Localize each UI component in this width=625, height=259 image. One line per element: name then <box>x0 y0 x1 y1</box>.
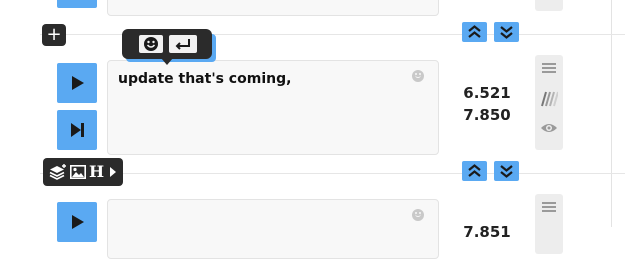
insert-newline-button[interactable] <box>169 35 197 53</box>
smiley-icon <box>144 37 158 51</box>
smiley-icon[interactable] <box>412 209 424 221</box>
heading-icon[interactable]: H <box>89 162 104 182</box>
slashes-icon[interactable] <box>540 91 558 107</box>
format-toolbar: H <box>43 158 123 186</box>
cue-0-box[interactable] <box>107 0 439 16</box>
chevrons-down-icon <box>500 165 513 178</box>
plus-icon: + <box>46 24 62 45</box>
emoji-button[interactable] <box>139 35 163 53</box>
move-up-button[interactable] <box>462 22 487 42</box>
play-icon <box>72 215 84 229</box>
smiley-icon[interactable] <box>412 70 424 82</box>
cue-2-play-button[interactable] <box>57 202 97 242</box>
cue-1-side-panel <box>535 55 563 150</box>
chevrons-down-icon <box>500 26 513 39</box>
cue-actions-popup <box>122 29 212 65</box>
skip-to-next-icon <box>71 123 84 137</box>
cue-0-play-button[interactable] <box>57 0 97 8</box>
chevrons-up-icon <box>468 25 481 38</box>
move-up-button[interactable] <box>462 161 487 181</box>
row-divider-2 <box>40 173 625 174</box>
cue-1-play-button[interactable] <box>57 63 97 103</box>
enter-icon <box>175 39 190 50</box>
popup-pointer <box>161 58 173 65</box>
cue-2-box[interactable] <box>107 199 439 259</box>
move-down-button[interactable] <box>494 22 519 42</box>
layers-icon[interactable] <box>49 164 67 180</box>
play-icon <box>72 76 84 90</box>
cue-1-play-next-button[interactable] <box>57 110 97 150</box>
eye-icon[interactable] <box>540 121 558 135</box>
cue-1-end-time[interactable]: 7.850 <box>452 104 522 126</box>
chevrons-up-icon <box>468 164 481 177</box>
cue-1-start-time[interactable]: 6.521 <box>452 82 522 104</box>
menu-icon[interactable] <box>542 61 556 75</box>
caret-right-icon[interactable] <box>109 167 117 177</box>
cue-1-text: update that's coming, <box>118 71 292 87</box>
image-icon[interactable] <box>70 165 86 179</box>
menu-icon[interactable] <box>542 200 556 214</box>
cue-1-box[interactable]: update that's coming, <box>107 60 439 155</box>
cue-0-side-panel <box>535 0 563 11</box>
add-cue-button[interactable]: + <box>42 24 66 46</box>
move-down-button[interactable] <box>494 161 519 181</box>
cue-2-side-panel <box>535 194 563 254</box>
